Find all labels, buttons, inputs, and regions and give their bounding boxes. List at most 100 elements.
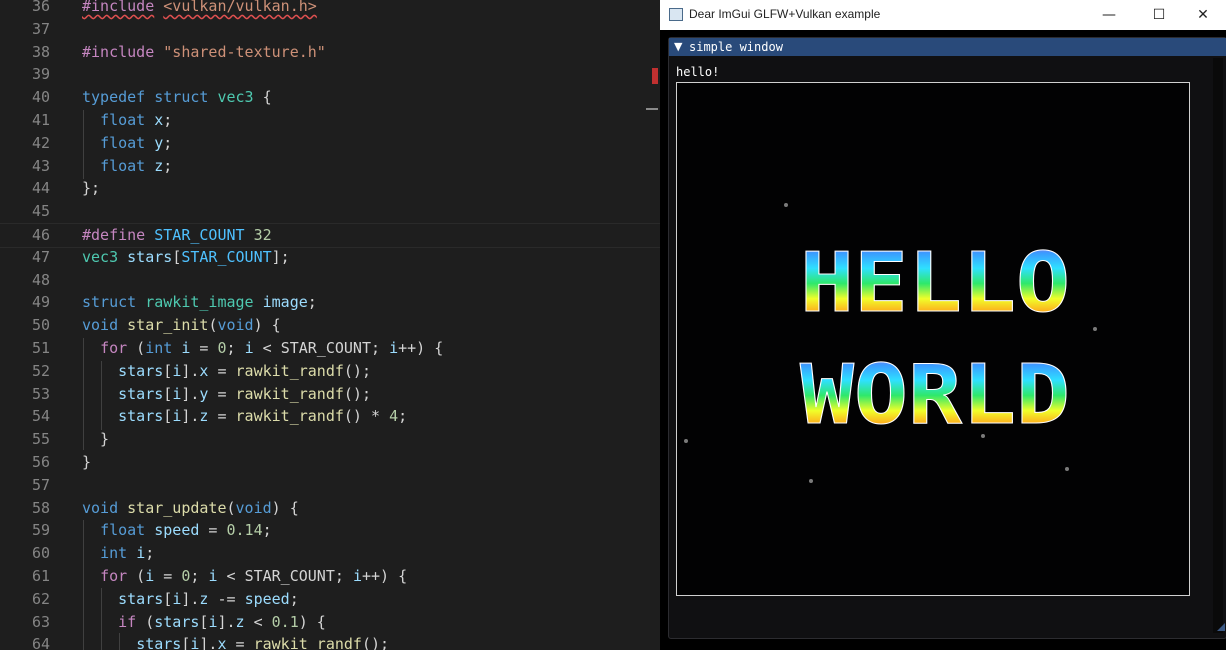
scrollbar-position-marker[interactable] <box>646 108 658 110</box>
code-token: ( <box>127 339 146 357</box>
code-token: #include <box>82 42 155 61</box>
code-line[interactable]: 62 stars[i].z -= speed; <box>0 588 660 611</box>
imgui-scrollbar[interactable] <box>1213 58 1223 633</box>
code-token: 0.14 <box>226 521 263 540</box>
code-line[interactable]: 42 float y; <box>0 132 660 155</box>
banner-line-2: WORLD <box>800 348 1070 443</box>
line-number: 55 <box>31 430 50 449</box>
code-token: ]. <box>181 589 200 608</box>
line-code: #include "shared-texture.h" <box>82 41 326 64</box>
code-token: ; <box>371 339 390 357</box>
code-token: = <box>208 384 236 403</box>
code-line[interactable]: 37 <box>0 18 660 41</box>
code-line[interactable]: 39 <box>0 63 660 86</box>
code-line[interactable]: 60 int i; <box>0 542 660 565</box>
code-token: [ <box>172 247 182 266</box>
code-line[interactable]: 63 if (stars[i].z < 0.1) { <box>0 611 660 634</box>
code-line[interactable]: 54 stars[i].z = rawkit_randf() * 4; <box>0 405 660 428</box>
maximize-button[interactable]: ☐ <box>1136 0 1182 30</box>
code-token: void <box>82 316 119 335</box>
collapse-arrow-icon[interactable]: ▼ <box>674 38 682 56</box>
code-line[interactable]: 46 #define STAR_COUNT 32 <box>0 223 660 248</box>
code-token: 0.1 <box>271 612 299 631</box>
star-dot <box>809 479 813 483</box>
code-token: for <box>100 339 128 357</box>
code-token: rawkit_randf <box>253 635 362 650</box>
line-number: 39 <box>31 65 50 84</box>
code-token: <vulkan/vulkan.h> <box>163 0 317 15</box>
imgui-simple-window[interactable]: ▼ simple window hello! HELLO WORLD <box>668 37 1226 639</box>
code-token: ]. <box>217 612 236 631</box>
code-token: x <box>217 635 227 650</box>
code-line[interactable]: 43 float z; <box>0 155 660 178</box>
star-dot <box>684 439 688 443</box>
line-code: for (i = 0; i < STAR_COUNT; i++) { <box>82 565 407 588</box>
code-line[interactable]: 41 float x; <box>0 109 660 132</box>
line-code: void star_init(void) { <box>82 314 281 337</box>
code-line[interactable]: 38 #include "shared-texture.h" <box>0 41 660 64</box>
code-line[interactable]: 40 typedef struct vec3 { <box>0 86 660 109</box>
code-line[interactable]: 57 <box>0 474 660 497</box>
code-token: ( <box>226 498 236 517</box>
line-code: stars[i].z -= speed; <box>82 588 299 611</box>
line-number: 51 <box>31 339 50 357</box>
code-line[interactable]: 56} <box>0 451 660 474</box>
code-token: star_init <box>127 316 209 335</box>
code-token: () * <box>343 407 390 426</box>
code-line[interactable]: 52 stars[i].x = rawkit_randf(); <box>0 360 660 383</box>
window-titlebar[interactable]: Dear ImGui GLFW+Vulkan example — ☐ ✕ <box>660 0 1226 30</box>
code-token: ) { <box>298 612 326 631</box>
code-line[interactable]: 51 for (int i = 0; i < STAR_COUNT; i++) … <box>0 337 660 360</box>
code-line[interactable]: 59 float speed = 0.14; <box>0 519 660 542</box>
code-token: = <box>208 407 236 426</box>
line-number: 40 <box>31 88 50 107</box>
code-line[interactable]: 49 struct rawkit_image image; <box>0 291 660 314</box>
resize-grip-icon[interactable] <box>1217 623 1225 631</box>
code-token: y <box>154 133 164 152</box>
close-button[interactable]: ✕ <box>1180 0 1226 30</box>
code-line[interactable]: 64 stars[i].x = rawkit_randf(); <box>0 633 660 650</box>
code-line[interactable]: 47 vec3 stars[STAR_COUNT]; <box>0 246 660 269</box>
line-code: struct rawkit_image image; <box>82 291 317 314</box>
code-token: ++) { <box>361 567 408 585</box>
code-token: z <box>154 156 164 175</box>
code-line[interactable]: 45 <box>0 200 660 223</box>
code-token: STAR_COUNT <box>181 247 272 266</box>
code-line[interactable]: 36 #include <vulkan/vulkan.h> <box>0 0 660 18</box>
code-token: int <box>100 544 128 563</box>
code-token: = <box>208 361 236 380</box>
app-window[interactable]: Dear ImGui GLFW+Vulkan example — ☐ ✕ ▼ s… <box>660 0 1226 650</box>
code-line[interactable]: 58 void star_update(void) { <box>0 497 660 520</box>
app-window-icon <box>669 8 683 21</box>
code-token: 4 <box>389 407 399 426</box>
code-line[interactable]: 48 <box>0 269 660 292</box>
minimize-button[interactable]: — <box>1086 0 1132 30</box>
line-number: 63 <box>31 612 50 631</box>
code-token: ; <box>262 521 272 540</box>
code-token: ]. <box>181 361 200 380</box>
line-number: 45 <box>31 202 50 221</box>
code-token: -= <box>208 589 245 608</box>
code-line[interactable]: 55 } <box>0 428 660 451</box>
code-line[interactable]: 44}; <box>0 177 660 200</box>
imgui-window-titlebar[interactable]: ▼ simple window <box>669 38 1226 56</box>
code-editor[interactable]: 36 #include <vulkan/vulkan.h> 37 38 #include… <box>0 0 660 650</box>
code-token: ; <box>163 156 173 175</box>
line-number: 46 <box>31 226 50 244</box>
code-token: typedef <box>82 88 146 107</box>
code-line[interactable]: 53 stars[i].y = rawkit_randf(); <box>0 383 660 406</box>
code-line[interactable]: 61 for (i = 0; i < STAR_COUNT; i++) { <box>0 565 660 588</box>
code-token: float <box>100 156 146 175</box>
code-line[interactable]: 50 void star_init(void) { <box>0 314 660 337</box>
